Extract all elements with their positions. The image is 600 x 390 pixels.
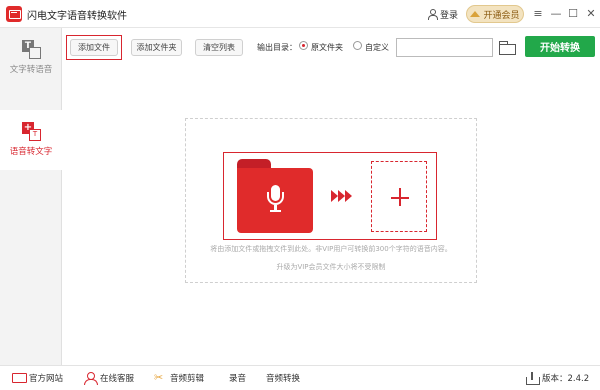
radio-custom-folder[interactable] <box>353 41 362 50</box>
sidebar-item-speech-to-text[interactable]: 语音转文字 <box>0 110 62 170</box>
radio-custom-folder-label[interactable]: 自定义 <box>365 42 389 53</box>
arrow-right-icon <box>331 190 353 202</box>
clear-list-button[interactable]: 清空列表 <box>195 39 243 56</box>
radio-original-folder[interactable] <box>299 41 308 50</box>
app-logo-icon <box>6 6 22 22</box>
user-icon <box>427 9 438 20</box>
official-website-link[interactable]: 官方网站 <box>12 371 63 385</box>
crown-icon <box>470 10 481 18</box>
sidebar-item-text-to-speech[interactable]: 文字转语音 <box>0 28 62 88</box>
login-label: 登录 <box>440 10 459 21</box>
download-icon[interactable] <box>526 372 540 385</box>
output-path-input[interactable] <box>396 38 493 57</box>
audio-convert-link[interactable]: 音频转换 <box>266 371 300 385</box>
sidebar: 文字转语音 语音转文字 <box>0 28 62 365</box>
vip-hint-text: 升级为VIP会员文件大小将不受限制 <box>276 263 386 271</box>
close-icon[interactable]: ✕ <box>584 6 598 20</box>
speech-to-text-icon <box>22 122 41 141</box>
monitor-icon <box>12 372 27 384</box>
online-support-label: 在线客服 <box>100 374 135 384</box>
online-support-link[interactable]: 在线客服 <box>84 371 134 385</box>
add-file-plus-button[interactable] <box>371 161 427 232</box>
maximize-icon[interactable]: ☐ <box>566 6 580 20</box>
microphone-icon <box>267 185 284 213</box>
minimize-icon[interactable]: — <box>549 6 563 20</box>
audio-edit-link[interactable]: ✂ 音频剪辑 <box>154 371 204 385</box>
audio-folder-icon <box>237 159 313 233</box>
official-website-label: 官方网站 <box>29 374 64 384</box>
menu-icon[interactable]: ≡ <box>531 6 545 20</box>
add-file-button[interactable]: 添加文件 <box>70 39 118 56</box>
start-convert-button[interactable]: 开始转换 <box>525 36 595 57</box>
record-link[interactable]: 录音 <box>229 371 246 385</box>
text-to-speech-icon <box>22 40 41 59</box>
title-bar: 闪电文字语音转换软件 登录 开通会员 ≡ — ☐ ✕ <box>0 0 600 28</box>
login-button[interactable]: 登录 <box>427 7 458 21</box>
browse-folder-icon[interactable] <box>498 40 516 55</box>
version-label: 版本：2.4.2 <box>542 374 590 384</box>
output-directory-label: 输出目录： <box>257 43 297 52</box>
radio-original-folder-label[interactable]: 原文件夹 <box>311 42 343 53</box>
scissors-icon: ✂ <box>154 371 164 384</box>
vip-label: 开通会员 <box>483 10 520 21</box>
sidebar-item-label: 文字转语音 <box>9 65 53 75</box>
add-folder-button[interactable]: 添加文件夹 <box>131 39 182 56</box>
drop-hint-text: 将由添加文件或拖拽文件到此处。非VIP用户可转换前300个字符的语音内容。 <box>210 245 452 253</box>
toolbar: 添加文件 添加文件夹 清空列表 输出目录： 原文件夹 自定义 开始转换 <box>62 28 600 64</box>
version-info: 版本：2.4.2 <box>526 371 589 385</box>
status-bar: 官方网站 在线客服 ✂ 音频剪辑 录音 音频转换 版本：2.4.2 <box>0 365 600 390</box>
sidebar-item-label: 语音转文字 <box>9 147 53 157</box>
audio-edit-label: 音频剪辑 <box>170 374 205 384</box>
vip-button[interactable]: 开通会员 <box>466 5 524 23</box>
app-title: 闪电文字语音转换软件 <box>27 11 127 22</box>
support-icon <box>84 372 98 385</box>
